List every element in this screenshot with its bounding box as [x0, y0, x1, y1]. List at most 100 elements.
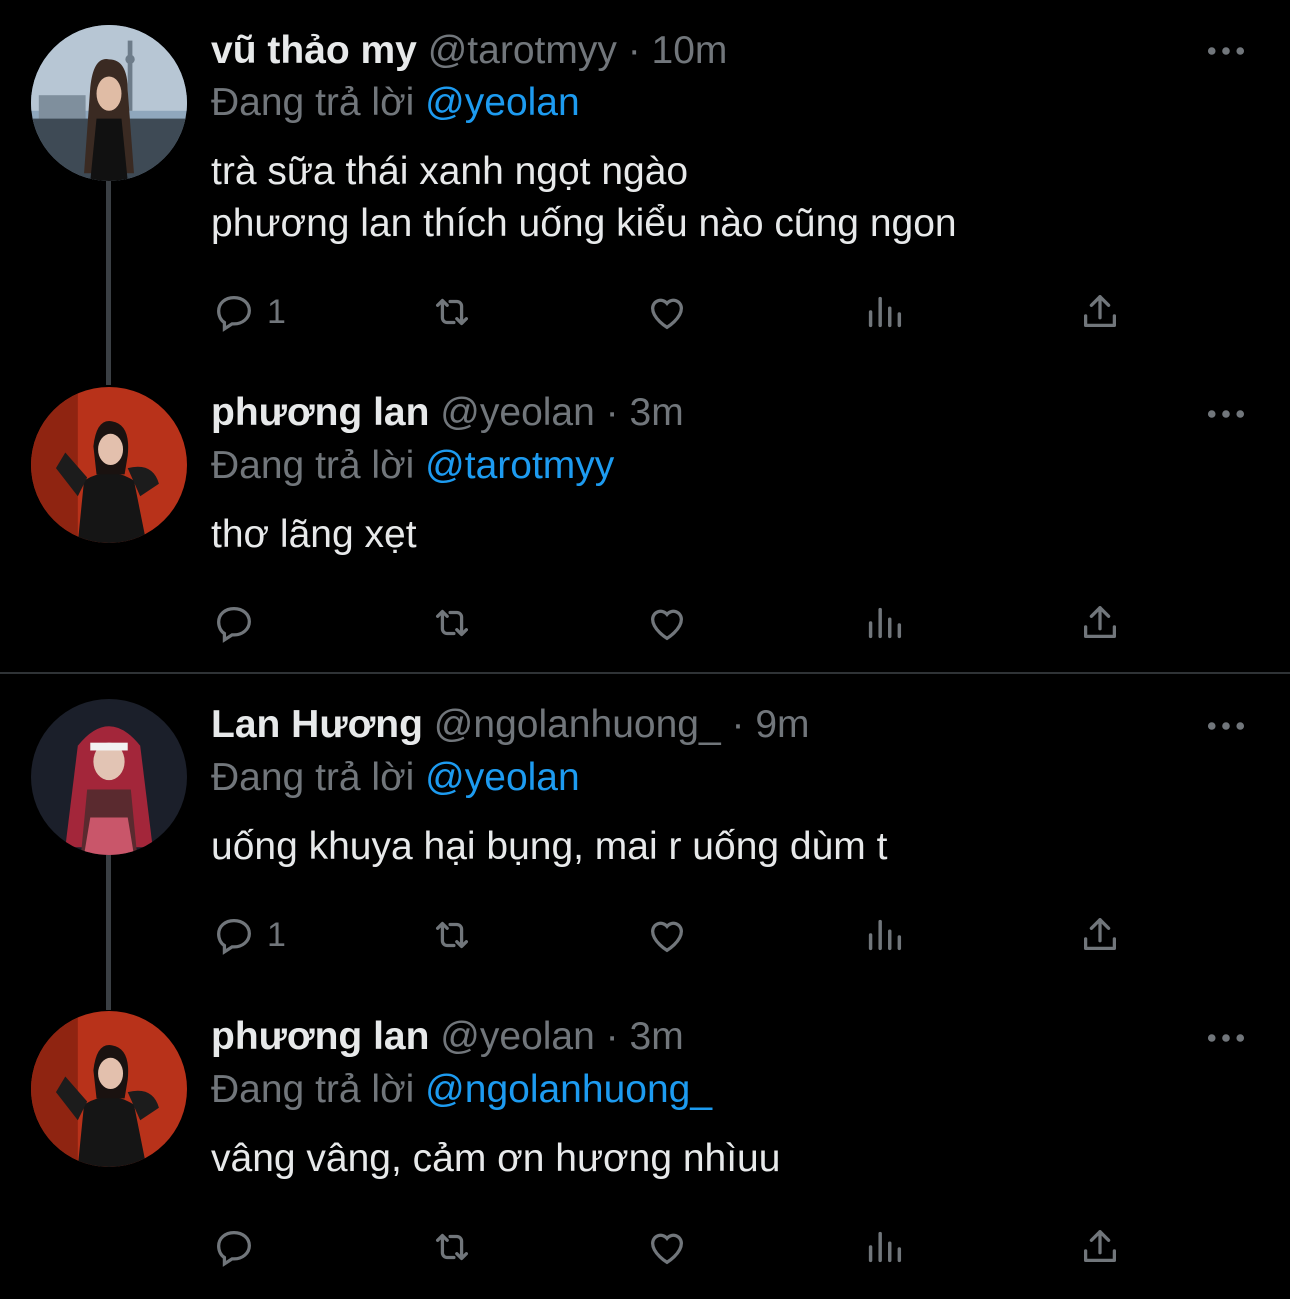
retweet-button[interactable] — [429, 910, 475, 960]
timestamp[interactable]: 9m — [755, 703, 809, 746]
share-button[interactable] — [1077, 598, 1123, 648]
display-name[interactable]: vũ thảo my — [211, 29, 417, 72]
tweet-header: Lan Hương @ngolanhuong_ · 9m — [211, 702, 810, 748]
tweet-text: vâng vâng, cảm ơn hương nhìuu — [211, 1137, 781, 1180]
bar-chart-icon — [868, 607, 902, 639]
share-button[interactable] — [1077, 910, 1123, 960]
avatar-image — [31, 1011, 187, 1167]
action-bar — [211, 1222, 1131, 1272]
share-upload-icon — [1083, 606, 1117, 639]
avatar-image — [31, 25, 187, 181]
views-button[interactable] — [861, 910, 907, 960]
retweet-icon — [435, 921, 469, 949]
retweet-icon — [435, 298, 469, 326]
tweet-header: phương lan @yeolan · 3m — [211, 1014, 684, 1060]
mention-link[interactable]: @yeolan — [425, 756, 580, 799]
tweet-header: vũ thảo my @tarotmyy · 10m — [211, 28, 727, 74]
replying-to: Đang trả lời @tarotmyy — [211, 443, 614, 489]
reply-button[interactable]: 1 — [211, 287, 286, 337]
heart-icon — [650, 921, 684, 953]
reply-button[interactable]: 1 — [211, 910, 286, 960]
replying-label: Đang trả lời — [211, 81, 415, 124]
speech-bubble-icon — [217, 295, 251, 332]
thread-connector — [106, 180, 111, 385]
avatar[interactable] — [31, 25, 187, 181]
thread-divider — [0, 672, 1290, 674]
retweet-button[interactable] — [429, 598, 475, 648]
reply-count: 1 — [267, 915, 286, 954]
display-name[interactable]: phương lan — [211, 391, 429, 434]
tweet-text: thơ lãng xẹt — [211, 513, 417, 556]
bar-chart-icon — [868, 1231, 902, 1263]
mention-link[interactable]: @yeolan — [425, 81, 580, 124]
heart-icon — [650, 298, 684, 330]
avatar-image — [31, 387, 187, 543]
retweet-icon — [435, 609, 469, 637]
username[interactable]: @ngolanhuong_ — [434, 703, 721, 746]
views-button[interactable] — [861, 1222, 907, 1272]
tweet-text: uống khuya hại bụng, mai r uống dùm t — [211, 825, 888, 868]
views-button[interactable] — [861, 287, 907, 337]
replying-label: Đang trả lời — [211, 756, 415, 799]
speech-bubble-icon — [217, 606, 251, 643]
retweet-button[interactable] — [429, 1222, 475, 1272]
timestamp[interactable]: 10m — [652, 29, 728, 72]
avatar[interactable] — [31, 387, 187, 543]
like-button[interactable] — [644, 1222, 690, 1272]
reply-count: 1 — [267, 292, 286, 331]
action-bar — [211, 598, 1131, 648]
mention-link[interactable]: @ngolanhuong_ — [425, 1068, 712, 1111]
views-button[interactable] — [861, 598, 907, 648]
display-name[interactable]: Lan Hương — [211, 703, 423, 746]
retweet-icon — [435, 1233, 469, 1261]
reply-button[interactable] — [211, 1222, 267, 1272]
separator: · — [605, 1015, 619, 1058]
like-button[interactable] — [644, 910, 690, 960]
action-bar: 1 — [211, 910, 1131, 960]
more-button[interactable] — [1206, 1018, 1246, 1058]
retweet-button[interactable] — [429, 287, 475, 337]
more-horizontal-icon — [1207, 410, 1245, 418]
avatar-image — [31, 699, 187, 855]
username[interactable]: @yeolan — [440, 391, 595, 434]
more-horizontal-icon — [1207, 47, 1245, 55]
replying-to: Đang trả lời @yeolan — [211, 80, 580, 126]
bar-chart-icon — [868, 296, 902, 328]
replying-label: Đang trả lời — [211, 444, 415, 487]
share-button[interactable] — [1077, 287, 1123, 337]
share-upload-icon — [1083, 918, 1117, 951]
like-button[interactable] — [644, 598, 690, 648]
more-button[interactable] — [1206, 706, 1246, 746]
timestamp[interactable]: 3m — [630, 1015, 684, 1058]
replying-to: Đang trả lời @ngolanhuong_ — [211, 1067, 712, 1113]
username[interactable]: @tarotmyy — [428, 29, 617, 72]
speech-bubble-icon — [217, 1230, 251, 1267]
more-horizontal-icon — [1207, 722, 1245, 730]
bar-chart-icon — [868, 919, 902, 951]
replying-to: Đang trả lời @yeolan — [211, 755, 580, 801]
action-bar: 1 — [211, 287, 1131, 337]
speech-bubble-icon — [217, 918, 251, 955]
timestamp[interactable]: 3m — [630, 391, 684, 434]
like-button[interactable] — [644, 287, 690, 337]
display-name[interactable]: phương lan — [211, 1015, 429, 1058]
heart-icon — [650, 609, 684, 641]
mention-link[interactable]: @tarotmyy — [425, 444, 614, 487]
more-button[interactable] — [1206, 394, 1246, 434]
heart-icon — [650, 1233, 684, 1265]
avatar[interactable] — [31, 1011, 187, 1167]
separator: · — [627, 29, 641, 72]
username[interactable]: @yeolan — [440, 1015, 595, 1058]
more-horizontal-icon — [1207, 1034, 1245, 1042]
reply-button[interactable] — [211, 598, 267, 648]
separator: · — [605, 391, 619, 434]
share-upload-icon — [1083, 295, 1117, 328]
share-button[interactable] — [1077, 1222, 1123, 1272]
tweet-header: phương lan @yeolan · 3m — [211, 390, 684, 436]
share-upload-icon — [1083, 1230, 1117, 1263]
separator: · — [731, 703, 745, 746]
avatar[interactable] — [31, 699, 187, 855]
thread-connector — [106, 855, 111, 1010]
more-button[interactable] — [1206, 31, 1246, 71]
tweet-text: trà sữa thái xanh ngọt ngào phương lan t… — [211, 150, 957, 245]
